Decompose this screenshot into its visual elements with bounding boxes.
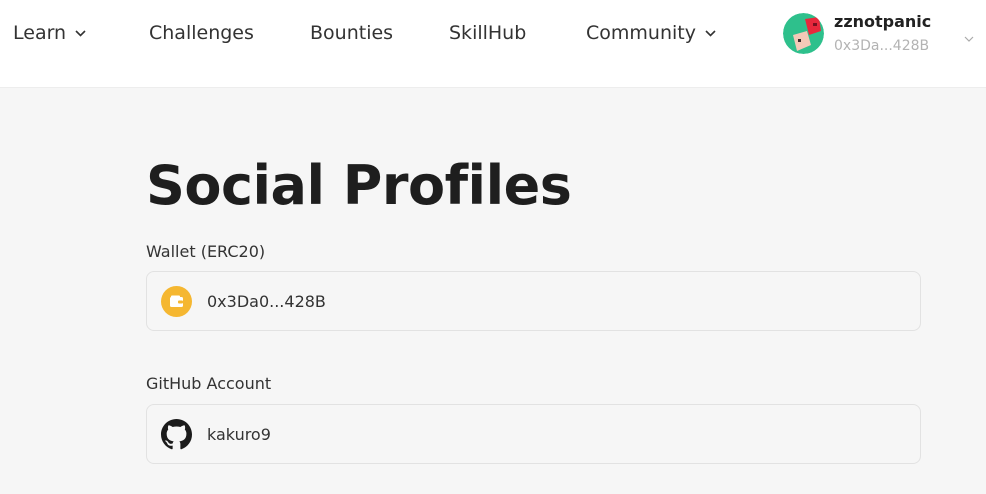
nav-skillhub-label: SkillHub <box>449 22 527 44</box>
user-profile-menu[interactable]: zznotpanic 0x3Da...428B <box>783 11 983 61</box>
github-field: kakuro9 <box>146 404 921 464</box>
chevron-down-icon <box>705 29 716 37</box>
chevron-down-icon <box>964 27 974 46</box>
nav-bounties[interactable]: Bounties <box>310 20 393 46</box>
wallet-field: 0x3Da0...428B <box>146 271 921 331</box>
page-title: Social Profiles <box>146 154 572 217</box>
nav-community[interactable]: Community <box>586 20 716 46</box>
nav-challenges[interactable]: Challenges <box>149 20 254 46</box>
wallet-address-value: 0x3Da0...428B <box>207 291 326 311</box>
nav-bounties-label: Bounties <box>310 22 394 44</box>
nav-community-label: Community <box>586 22 696 44</box>
nav-learn-label: Learn <box>13 22 67 44</box>
nav-challenges-label: Challenges <box>149 22 254 44</box>
chevron-down-icon <box>75 29 86 37</box>
nav-skillhub[interactable]: SkillHub <box>449 20 526 46</box>
wallet-icon <box>161 285 192 317</box>
top-navigation-bar: Learn Challenges Bounties SkillHub Commu… <box>0 0 986 88</box>
github-username-value: kakuro9 <box>207 424 271 444</box>
github-label: GitHub Account <box>146 374 272 393</box>
profile-username: zznotpanic <box>834 12 932 31</box>
avatar-icon <box>783 13 824 54</box>
github-icon <box>161 418 192 450</box>
profile-address: 0x3Da...428B <box>834 38 930 54</box>
wallet-label: Wallet (ERC20) <box>146 242 266 261</box>
nav-learn[interactable]: Learn <box>13 20 86 46</box>
